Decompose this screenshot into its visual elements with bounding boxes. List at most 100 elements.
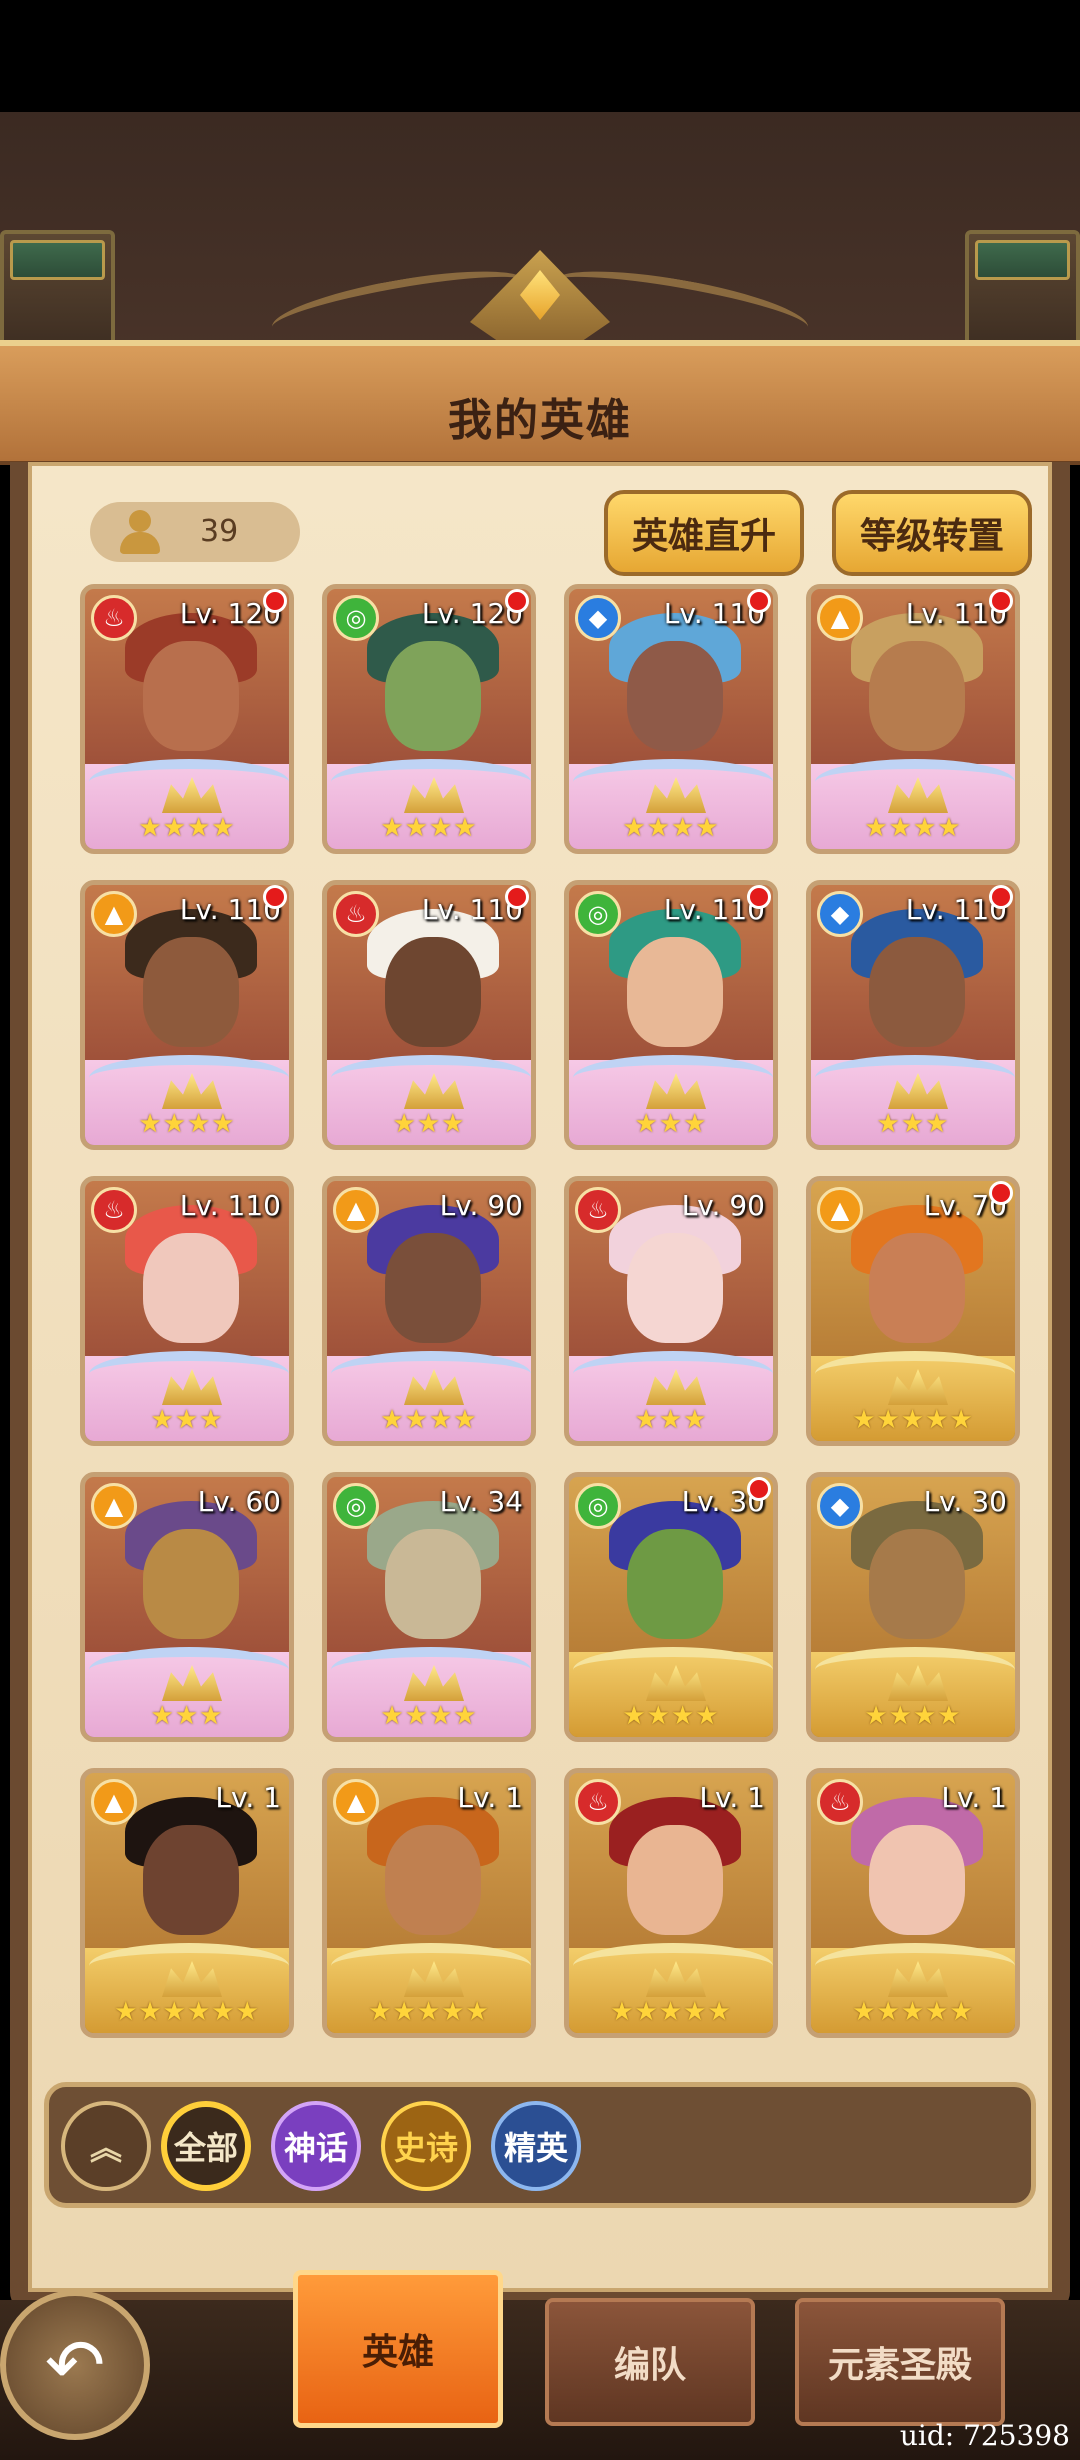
- light-element-icon: ▲: [91, 891, 137, 937]
- hero-card[interactable]: ◎ Lv. 30 ★★★★: [564, 1472, 778, 1742]
- hero-stars: ★★★★: [864, 813, 962, 843]
- hero-level: Lv. 34: [439, 1485, 523, 1518]
- page-title: 我的英雄: [448, 395, 632, 446]
- hero-card[interactable]: ▲ Lv. 70 ★★★★★: [806, 1176, 1020, 1446]
- rarity-filter-bar: ︽ 全部 神话 史诗 精英: [44, 2082, 1036, 2208]
- back-arrow-icon[interactable]: ↶: [0, 2290, 150, 2440]
- light-element-icon: ▲: [91, 1779, 137, 1825]
- hero-level: Lv. 1: [215, 1781, 281, 1814]
- notification-dot: [263, 589, 287, 613]
- tab-hero[interactable]: 英雄: [293, 2270, 503, 2428]
- status-bar: [0, 0, 1080, 112]
- person-icon: [118, 510, 162, 554]
- hero-stars: ★★★★★: [852, 1405, 974, 1435]
- hero-stars: ★★★★★★: [114, 1997, 260, 2027]
- light-element-icon: ▲: [333, 1779, 379, 1825]
- hero-card[interactable]: ♨ Lv. 1 ★★★★★: [806, 1768, 1020, 2038]
- hero-stars: ★★★★★: [610, 1997, 732, 2027]
- filter-all-button[interactable]: 全部: [161, 2101, 251, 2191]
- filter-mythic-button[interactable]: 神话: [271, 2101, 361, 2191]
- filter-elite-button[interactable]: 精英: [491, 2101, 581, 2191]
- hero-level: Lv. 30: [923, 1485, 1007, 1518]
- notification-dot: [747, 1477, 771, 1501]
- notification-dot: [747, 885, 771, 909]
- hero-card[interactable]: ◆ Lv. 110 ★★★★: [564, 584, 778, 854]
- hero-stars: ★★★★★: [852, 1997, 974, 2027]
- hero-stars: ★★★★: [622, 813, 720, 843]
- hero-card[interactable]: ◎ Lv. 110 ★★★: [564, 880, 778, 1150]
- hero-card[interactable]: ♨ Lv. 110 ★★★: [80, 1176, 294, 1446]
- wind-element-icon: ◎: [575, 891, 621, 937]
- collapse-up-icon[interactable]: ︽: [61, 2101, 151, 2191]
- hero-card[interactable]: ♨ Lv. 120 ★★★★: [80, 584, 294, 854]
- hero-stars: ★★★★: [380, 1701, 478, 1731]
- fire-element-icon: ♨: [91, 595, 137, 641]
- hero-level: Lv. 1: [941, 1781, 1007, 1814]
- tab-team[interactable]: 编队: [545, 2298, 755, 2426]
- notification-dot: [747, 589, 771, 613]
- notification-dot: [505, 885, 529, 909]
- hero-count: 39: [200, 514, 239, 549]
- hero-panel-inner: 39 英雄直升 等级转置 ♨ Lv. 120 ★★★★ ◎ Lv. 120 ★★★★ ◆ Lv…: [28, 462, 1052, 2292]
- hero-stars: ★★★: [150, 1701, 224, 1731]
- water-element-icon: ◆: [817, 891, 863, 937]
- light-element-icon: ▲: [817, 595, 863, 641]
- hero-stars: ★★★★: [380, 1405, 478, 1435]
- hero-level: Lv. 90: [439, 1189, 523, 1222]
- hero-stars: ★★★★: [138, 1109, 236, 1139]
- left-pillar-decoration: [0, 230, 115, 350]
- hero-card[interactable]: ▲ Lv. 110 ★★★★: [806, 584, 1020, 854]
- hero-card[interactable]: ◆ Lv. 110 ★★★: [806, 880, 1020, 1150]
- hero-level: Lv. 110: [179, 1189, 281, 1222]
- hero-card[interactable]: ♨ Lv. 1 ★★★★★: [564, 1768, 778, 2038]
- filter-epic-button[interactable]: 史诗: [381, 2101, 471, 2191]
- hero-grid: ♨ Lv. 120 ★★★★ ◎ Lv. 120 ★★★★ ◆ Lv. 110 ★★★★ ▲ Lv.…: [80, 584, 1040, 2064]
- notification-dot: [505, 589, 529, 613]
- level-transfer-button[interactable]: 等级转置: [832, 490, 1032, 576]
- user-id: uid: 725398: [899, 2419, 1070, 2452]
- hero-stars: ★★★★: [622, 1701, 720, 1731]
- hero-stars: ★★★: [876, 1109, 950, 1139]
- notification-dot: [989, 1181, 1013, 1205]
- hero-panel: 39 英雄直升 等级转置 ♨ Lv. 120 ★★★★ ◎ Lv. 120 ★★★★ ◆ Lv…: [10, 462, 1070, 2312]
- hero-card[interactable]: ♨ Lv. 110 ★★★: [322, 880, 536, 1150]
- hero-stars: ★★★★: [380, 813, 478, 843]
- hero-card[interactable]: ▲ Lv. 110 ★★★★: [80, 880, 294, 1150]
- hero-stars: ★★★★: [138, 813, 236, 843]
- hero-card[interactable]: ◎ Lv. 34 ★★★★: [322, 1472, 536, 1742]
- hero-stars: ★★★: [634, 1405, 708, 1435]
- hero-level: Lv. 1: [457, 1781, 523, 1814]
- water-element-icon: ◆: [817, 1483, 863, 1529]
- wind-element-icon: ◎: [333, 595, 379, 641]
- hero-card[interactable]: ▲ Lv. 1 ★★★★★: [322, 1768, 536, 2038]
- title-banner: 我的英雄: [0, 340, 1080, 465]
- hero-level: Lv. 60: [197, 1485, 281, 1518]
- fire-element-icon: ♨: [575, 1187, 621, 1233]
- notification-dot: [263, 885, 287, 909]
- hero-stars: ★★★★: [864, 1701, 962, 1731]
- notification-dot: [989, 885, 1013, 909]
- wind-element-icon: ◎: [333, 1483, 379, 1529]
- light-element-icon: ▲: [817, 1187, 863, 1233]
- fire-element-icon: ♨: [91, 1187, 137, 1233]
- right-pillar-decoration: [965, 230, 1080, 350]
- hero-level: Lv. 90: [681, 1189, 765, 1222]
- fire-element-icon: ♨: [333, 891, 379, 937]
- hero-stars: ★★★: [392, 1109, 466, 1139]
- hero-stars: ★★★★★: [368, 1997, 490, 2027]
- hero-card[interactable]: ▲ Lv. 60 ★★★: [80, 1472, 294, 1742]
- tab-element-shrine[interactable]: 元素圣殿: [795, 2298, 1005, 2426]
- notification-dot: [989, 589, 1013, 613]
- hero-card[interactable]: ◎ Lv. 120 ★★★★: [322, 584, 536, 854]
- hero-card[interactable]: ▲ Lv. 1 ★★★★★★: [80, 1768, 294, 2038]
- hero-count-badge: 39: [90, 502, 300, 562]
- hero-level-up-button[interactable]: 英雄直升: [604, 490, 804, 576]
- hero-card[interactable]: ▲ Lv. 90 ★★★★: [322, 1176, 536, 1446]
- hero-level: Lv. 1: [699, 1781, 765, 1814]
- hero-stars: ★★★: [634, 1109, 708, 1139]
- light-element-icon: ▲: [333, 1187, 379, 1233]
- hero-card[interactable]: ◆ Lv. 30 ★★★★: [806, 1472, 1020, 1742]
- water-element-icon: ◆: [575, 595, 621, 641]
- light-element-icon: ▲: [91, 1483, 137, 1529]
- hero-card[interactable]: ♨ Lv. 90 ★★★: [564, 1176, 778, 1446]
